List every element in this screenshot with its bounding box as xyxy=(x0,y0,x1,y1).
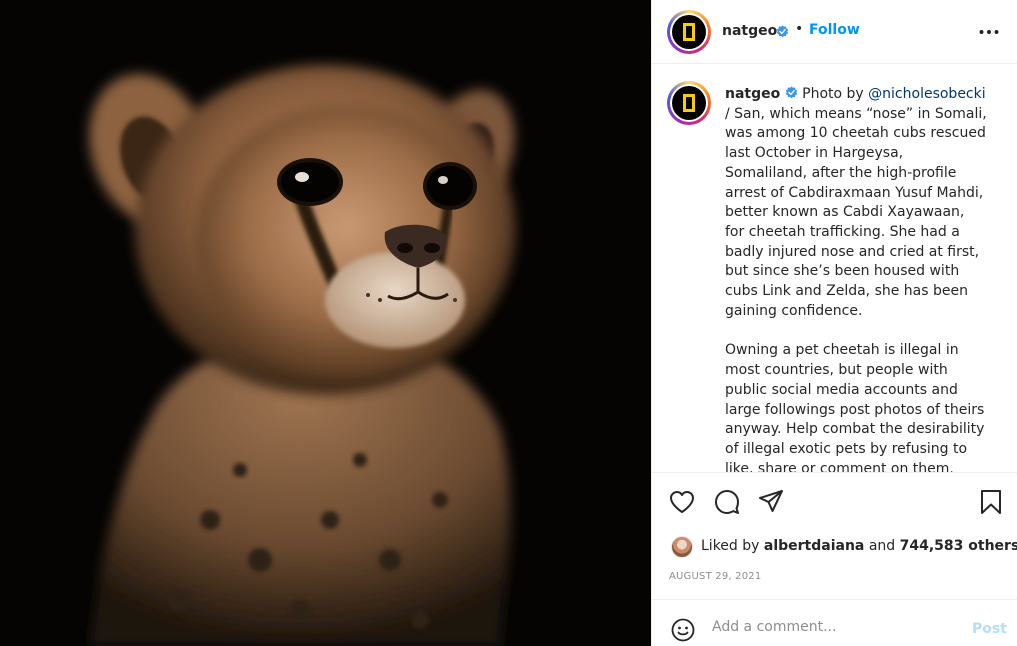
natgeo-logo-icon xyxy=(672,15,706,49)
likes-summary: Liked by albertdaiana and 744,583 others xyxy=(701,538,1017,554)
liker-username[interactable]: albertdaiana xyxy=(764,538,865,554)
post-sidebar: natgeo • Follow natgeo Photo by @nichole… xyxy=(651,0,1017,646)
cheetah-cub-image xyxy=(0,0,651,646)
account-username[interactable]: natgeo xyxy=(722,23,777,39)
comment-icon[interactable] xyxy=(714,489,740,515)
post-photo[interactable] xyxy=(0,0,651,646)
caption-prefix: Photo by xyxy=(802,86,869,102)
likes-row: Liked by albertdaiana and 744,583 others xyxy=(652,532,1017,562)
likes-prefix: Liked by xyxy=(701,538,764,554)
likes-others-count[interactable]: 744,583 others xyxy=(900,538,1017,554)
post-comment-button[interactable]: Post xyxy=(972,621,1007,637)
account-avatar[interactable] xyxy=(667,10,711,54)
natgeo-logo-icon xyxy=(672,86,706,120)
post-header: natgeo • Follow xyxy=(652,0,1017,64)
likes-joiner: and xyxy=(864,538,900,554)
comment-box: Post xyxy=(652,599,1017,646)
heart-icon[interactable] xyxy=(669,490,695,514)
follow-button[interactable]: Follow xyxy=(809,22,860,38)
bookmark-icon[interactable] xyxy=(980,489,1002,515)
caption-paragraph-2: Owning a pet cheetah is illegal in most … xyxy=(725,342,985,473)
caption-paragraph-1: / San, which means “nose” in Somali, was… xyxy=(725,105,987,319)
caption-avatar[interactable] xyxy=(667,81,711,125)
more-horizontal-icon[interactable] xyxy=(979,29,999,35)
caption-mention-link[interactable]: @nicholesobecki xyxy=(868,86,985,102)
verified-badge-icon xyxy=(785,86,797,99)
caption-section: natgeo Photo by @nicholesobecki / San, w… xyxy=(652,65,1017,473)
send-icon[interactable] xyxy=(758,489,784,513)
verified-badge-icon xyxy=(776,25,789,38)
post-date[interactable]: AUGUST 29, 2021 xyxy=(669,571,761,582)
caption-username[interactable]: natgeo xyxy=(725,86,780,102)
comment-input[interactable] xyxy=(712,615,962,639)
caption-text: natgeo Photo by @nicholesobecki / San, w… xyxy=(725,85,987,473)
action-bar xyxy=(652,474,1017,526)
header-separator: • xyxy=(795,21,804,37)
liker-avatar[interactable] xyxy=(671,536,693,558)
emoji-icon[interactable] xyxy=(671,618,695,642)
